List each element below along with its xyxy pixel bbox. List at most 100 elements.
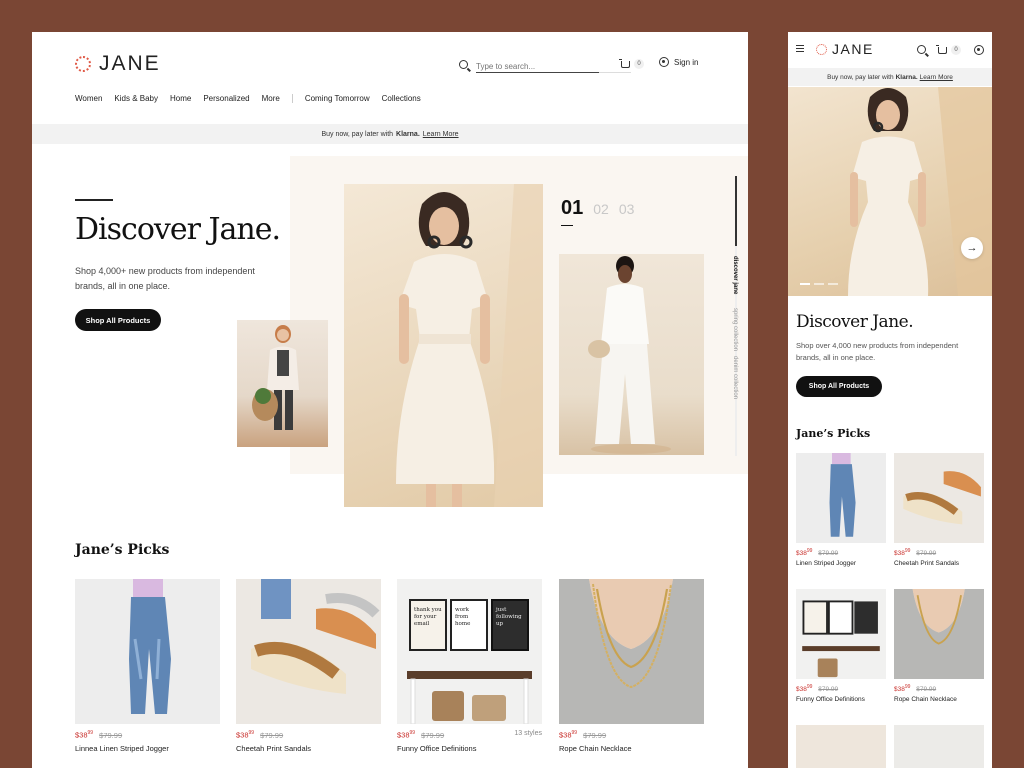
hero-photo-right[interactable] [559,254,704,455]
product-card[interactable]: $3899 $79.99 Linnea Linen Striped Jogger [75,579,220,753]
side-label-denim[interactable]: denim collection [732,356,738,399]
price-cents: 99 [409,730,416,736]
product-image-partial[interactable] [796,725,886,768]
product-image[interactable] [894,453,984,543]
product-image[interactable] [894,589,984,679]
nav-item-collections[interactable]: Collections [382,94,421,103]
product-card[interactable]: $3899 $79.99 Rope Chain Necklace [894,589,984,703]
necklace-illustration [894,589,984,679]
carousel-dot[interactable] [800,283,810,285]
price-cents: 99 [571,730,578,736]
cart-button[interactable]: 0 [619,58,644,69]
hero-photo-main[interactable] [344,184,543,507]
hero-rule [75,199,113,201]
sandals-illustration [903,471,981,525]
user-icon[interactable] [974,45,984,55]
product-name[interactable]: Rope Chain Necklace [894,696,984,703]
jeans-illustration [829,453,856,537]
product-image[interactable] [559,579,704,724]
search-icon[interactable] [917,45,926,54]
arrow-right-icon[interactable]: → [961,237,983,259]
side-rail-progress [735,176,737,246]
price-cents: 99 [904,548,911,554]
cart-count-badge: 0 [634,59,644,69]
product-image[interactable] [796,453,886,543]
slide-number-active[interactable]: 01 [561,197,583,226]
price-original: $79.99 [421,730,445,740]
shop-all-button[interactable]: Shop All Products [75,309,161,331]
logo-mark-icon [75,56,91,72]
style-count: 13 styles [514,730,542,737]
price-original: $79.99 [99,730,123,740]
cart-button[interactable]: 0 [936,44,961,55]
model-illustration [396,184,543,507]
product-image[interactable] [75,579,220,724]
shop-all-button[interactable]: Shop All Products [796,376,882,397]
nav-divider [291,94,293,103]
promo-learn-more-link[interactable]: Learn More [423,131,459,138]
side-label-discover[interactable]: discover jane [732,256,738,294]
product-card[interactable]: $3899 $79.99 Funny Office Definitions [796,589,886,703]
menu-icon[interactable] [796,45,804,52]
search-bar [459,56,631,73]
product-image-partial[interactable] [894,725,984,768]
nav-item-women[interactable]: Women [75,94,102,103]
product-name[interactable]: Rope Chain Necklace [559,744,704,753]
product-image[interactable] [796,589,886,679]
promo-learn-more-link[interactable]: Learn More [920,74,953,81]
product-name[interactable]: Cheetah Print Sandals [894,560,984,567]
product-card[interactable]: $3899 $79.99 Rope Chain Necklace [559,579,704,753]
hero-photo-small[interactable] [237,320,328,447]
product-name[interactable]: Linnea Linen Striped Jogger [75,744,220,753]
price-original: $79.99 [818,550,839,558]
product-card[interactable]: $3899 $79.99 Cheetah Print Sandals [236,579,381,753]
price-row: $3899 $79.99 [894,548,984,557]
price-current: $38 [236,730,249,740]
search-icon[interactable] [459,60,468,69]
price-row: $3899 $79.99 [796,548,886,557]
price-row: $3899 $79.99 [236,730,381,740]
price-current: $38 [894,550,905,558]
slide-number[interactable]: 02 [593,201,609,217]
product-image[interactable] [236,579,381,724]
signin-button[interactable]: Sign in [659,57,698,67]
desktop-frame: JANE 0 Sign in Women Kids & Baby Home Pe… [32,32,748,768]
mobile-hero-title: Discover Jane. [796,312,914,332]
price-current: $38 [75,730,88,740]
picks-title: Jane’s Picks [75,542,170,558]
jeans-illustration [129,579,171,714]
carousel-dot[interactable] [814,283,824,285]
product-name[interactable]: Funny Office Definitions [796,696,886,703]
nav-item-coming-tomorrow[interactable]: Coming Tomorrow [305,94,370,103]
nav-item-more[interactable]: More [262,94,280,103]
product-card[interactable]: $3899 $79.99 Cheetah Print Sandals [894,453,984,567]
carousel-dot[interactable] [828,283,838,285]
price-cents: 99 [806,684,813,690]
slide-number[interactable]: 03 [619,201,635,217]
price-row: $3899 $79.99 [559,730,704,740]
product-card[interactable]: $3899 $79.99 Linen Striped Jogger [796,453,886,567]
side-label-spring[interactable]: spring collection [732,308,738,351]
necklace-illustration [559,579,704,724]
product-name[interactable]: Linen Striped Jogger [796,560,886,567]
nav-item-home[interactable]: Home [170,94,191,103]
search-input[interactable] [476,62,599,71]
price-cents: 99 [806,548,813,554]
product-name[interactable]: Funny Office Definitions [397,744,542,753]
promo-banner: Buy now, pay later with Klarna. Learn Mo… [788,68,992,86]
mobile-hero-photo[interactable]: → [788,87,992,296]
promo-text: Buy now, pay later with [321,130,394,138]
product-image[interactable]: thank you for your email work from home … [397,579,542,724]
cart-count-badge: 0 [951,45,961,55]
product-card[interactable]: thank you for your email work from home … [397,579,542,753]
price-current: $38 [796,686,807,694]
logo[interactable]: JANE [75,52,161,76]
product-name[interactable]: Cheetah Print Sandals [236,744,381,753]
hero-title: Discover Jane. [75,212,281,247]
price-cents: 99 [904,684,911,690]
nav-item-kids-baby[interactable]: Kids & Baby [114,94,158,103]
nav-item-personalized[interactable]: Personalized [203,94,249,103]
console-table-illustration [407,671,532,724]
mobile-logo[interactable]: JANE [816,41,874,57]
price-row: $3899 $79.99 [75,730,220,740]
